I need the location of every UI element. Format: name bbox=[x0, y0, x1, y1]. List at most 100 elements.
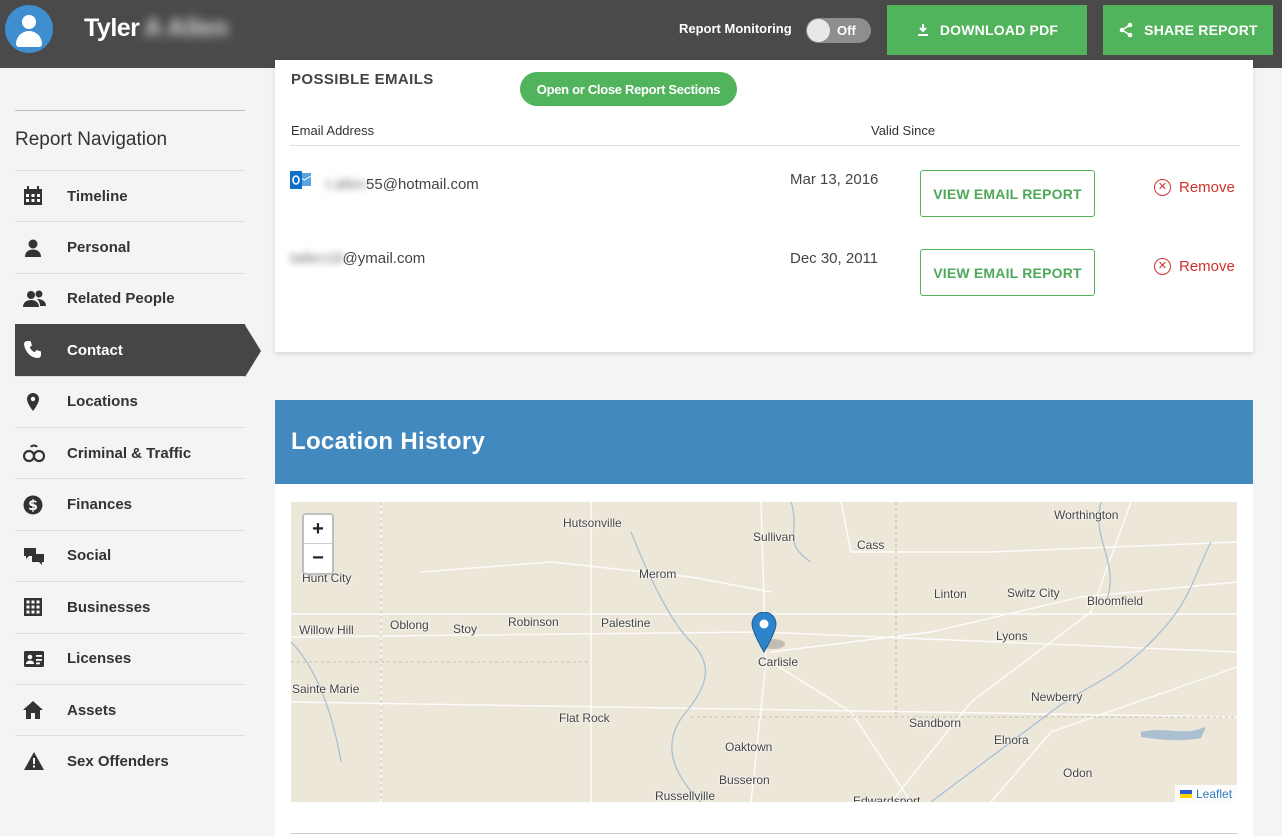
map-place-label: Switz City bbox=[1007, 586, 1060, 600]
nav-item-assets[interactable]: Assets bbox=[15, 683, 245, 735]
map-place-label: Linton bbox=[934, 587, 967, 601]
toggle-knob bbox=[807, 19, 830, 42]
report-monitoring-label: Report Monitoring bbox=[679, 21, 792, 36]
remove-button[interactable]: ✕ Remove bbox=[1154, 258, 1235, 275]
email-domain: @ymail.com bbox=[342, 250, 426, 267]
email-address: tallen18@ymail.com bbox=[290, 250, 425, 267]
nav-item-label: Timeline bbox=[67, 187, 128, 205]
map-place-label: Edwardsport bbox=[853, 794, 921, 802]
nav-item-label: Locations bbox=[67, 393, 138, 411]
open-close-sections-button[interactable]: Open or Close Report Sections bbox=[520, 72, 737, 106]
map-pin-icon bbox=[27, 392, 39, 411]
avatar-body bbox=[16, 31, 42, 47]
map-place-label: Hutsonville bbox=[563, 516, 622, 530]
ukraine-flag-icon bbox=[1180, 789, 1192, 798]
nav-item-contact[interactable]: Contact bbox=[15, 324, 261, 378]
nav-item-label: Related People bbox=[67, 290, 175, 308]
map-place-label: Merom bbox=[639, 567, 677, 581]
nav-item-finances[interactable]: $ Finances bbox=[15, 478, 245, 529]
email-address: t.allen55@hotmail.com bbox=[326, 176, 479, 193]
map-zoom-control: + − bbox=[302, 513, 334, 575]
dollar-icon: $ bbox=[23, 495, 43, 515]
nav-item-personal[interactable]: Personal bbox=[15, 221, 245, 272]
share-report-button[interactable]: SHARE REPORT bbox=[1103, 5, 1273, 55]
section-title: POSSIBLE EMAILS bbox=[291, 71, 434, 88]
email-local-part-redacted: t.allen bbox=[326, 176, 367, 193]
map-place-label: Russellville bbox=[655, 789, 716, 802]
handcuffs-icon bbox=[23, 444, 45, 463]
map-place-label: Worthington bbox=[1054, 508, 1119, 522]
map-marker-icon[interactable] bbox=[751, 612, 791, 656]
remove-button[interactable]: ✕ Remove bbox=[1154, 179, 1235, 196]
download-icon bbox=[917, 24, 928, 36]
nav-item-businesses[interactable]: Businesses bbox=[15, 581, 245, 632]
nav-item-label: Social bbox=[67, 547, 112, 565]
possible-emails-card bbox=[275, 60, 1253, 352]
map-place-label: Flat Rock bbox=[559, 711, 610, 725]
report-monitoring-toggle[interactable]: Off bbox=[806, 18, 871, 43]
map-place-label: Robinson bbox=[508, 615, 559, 629]
nav-item-social[interactable]: Social bbox=[15, 529, 245, 581]
map-attribution[interactable]: Leaflet bbox=[1175, 785, 1237, 802]
map-place-label: Elnora bbox=[994, 733, 1029, 747]
nav-title: Report Navigation bbox=[15, 129, 168, 150]
warning-icon bbox=[24, 752, 44, 771]
nav-item-label: Personal bbox=[67, 239, 131, 257]
person-icon bbox=[25, 239, 41, 257]
nav-item-label: Licenses bbox=[67, 650, 132, 668]
nav-divider bbox=[15, 110, 245, 111]
nav-item-locations[interactable]: Locations bbox=[15, 375, 245, 427]
column-header-valid-since: Valid Since bbox=[871, 123, 936, 138]
nav-item-label: Contact bbox=[67, 341, 123, 359]
nav-item-licenses[interactable]: Licenses bbox=[15, 632, 245, 684]
download-pdf-button[interactable]: DOWNLOAD PDF bbox=[887, 5, 1087, 55]
chat-icon bbox=[24, 547, 44, 565]
nav-item-label: Businesses bbox=[67, 598, 151, 616]
map-place-label: Bloomfield bbox=[1087, 594, 1144, 608]
close-circle-icon: ✕ bbox=[1154, 258, 1171, 275]
nav-item-label: Sex Offenders bbox=[67, 752, 169, 770]
toggle-state: Off bbox=[837, 23, 856, 38]
map-place-label: Newberry bbox=[1031, 690, 1083, 704]
remove-label: Remove bbox=[1179, 179, 1235, 196]
avatar-head bbox=[22, 15, 36, 29]
share-icon bbox=[1119, 22, 1133, 38]
map-place-label: Palestine bbox=[601, 616, 651, 630]
report-navigation: Timeline Personal Related People Contact… bbox=[15, 170, 261, 787]
nav-item-criminal-traffic[interactable]: Criminal & Traffic bbox=[15, 426, 245, 478]
valid-since-date: Mar 13, 2016 bbox=[790, 171, 879, 188]
map-place-label: Cass bbox=[857, 538, 885, 552]
phone-icon bbox=[24, 341, 41, 359]
outlook-icon bbox=[290, 171, 312, 189]
nav-item-sex-offenders[interactable]: Sex Offenders bbox=[15, 735, 245, 786]
map-place-label: Willow Hill bbox=[299, 623, 354, 637]
avatar[interactable] bbox=[5, 5, 53, 53]
map-place-label: Lyons bbox=[996, 629, 1028, 643]
location-history-title: Location History bbox=[291, 428, 486, 455]
zoom-in-button[interactable]: + bbox=[304, 515, 332, 544]
top-bar: Tyler A Allen Report Monitoring Off DOWN… bbox=[0, 0, 1282, 68]
close-circle-icon: ✕ bbox=[1154, 179, 1171, 196]
leaflet-link[interactable]: Leaflet bbox=[1196, 787, 1232, 801]
map-place-label: Carlisle bbox=[758, 655, 799, 669]
map-place-label: Busseron bbox=[719, 773, 770, 787]
valid-since-date: Dec 30, 2011 bbox=[790, 250, 879, 267]
download-pdf-label: DOWNLOAD PDF bbox=[939, 22, 1059, 38]
map-place-label: Stoy bbox=[453, 622, 478, 636]
nav-item-related-people[interactable]: Related People bbox=[15, 272, 245, 324]
share-report-label: SHARE REPORT bbox=[1144, 22, 1258, 38]
view-email-report-button[interactable]: VIEW EMAIL REPORT bbox=[920, 170, 1095, 217]
location-map[interactable]: Hutsonville Sullivan Cass Worthington Hu… bbox=[291, 502, 1237, 802]
svg-text:$: $ bbox=[28, 498, 38, 514]
building-icon bbox=[24, 598, 42, 617]
user-first-name: Tyler bbox=[84, 14, 140, 42]
remove-label: Remove bbox=[1179, 258, 1235, 275]
user-last-name: A Allen bbox=[144, 14, 229, 42]
section-divider bbox=[290, 833, 1238, 834]
id-card-icon bbox=[24, 650, 44, 667]
map-place-label: Odon bbox=[1063, 766, 1093, 780]
nav-item-timeline[interactable]: Timeline bbox=[15, 170, 245, 221]
zoom-out-button[interactable]: − bbox=[304, 544, 332, 573]
view-email-report-button[interactable]: VIEW EMAIL REPORT bbox=[920, 249, 1095, 296]
map-place-label: Sandborn bbox=[909, 716, 962, 730]
